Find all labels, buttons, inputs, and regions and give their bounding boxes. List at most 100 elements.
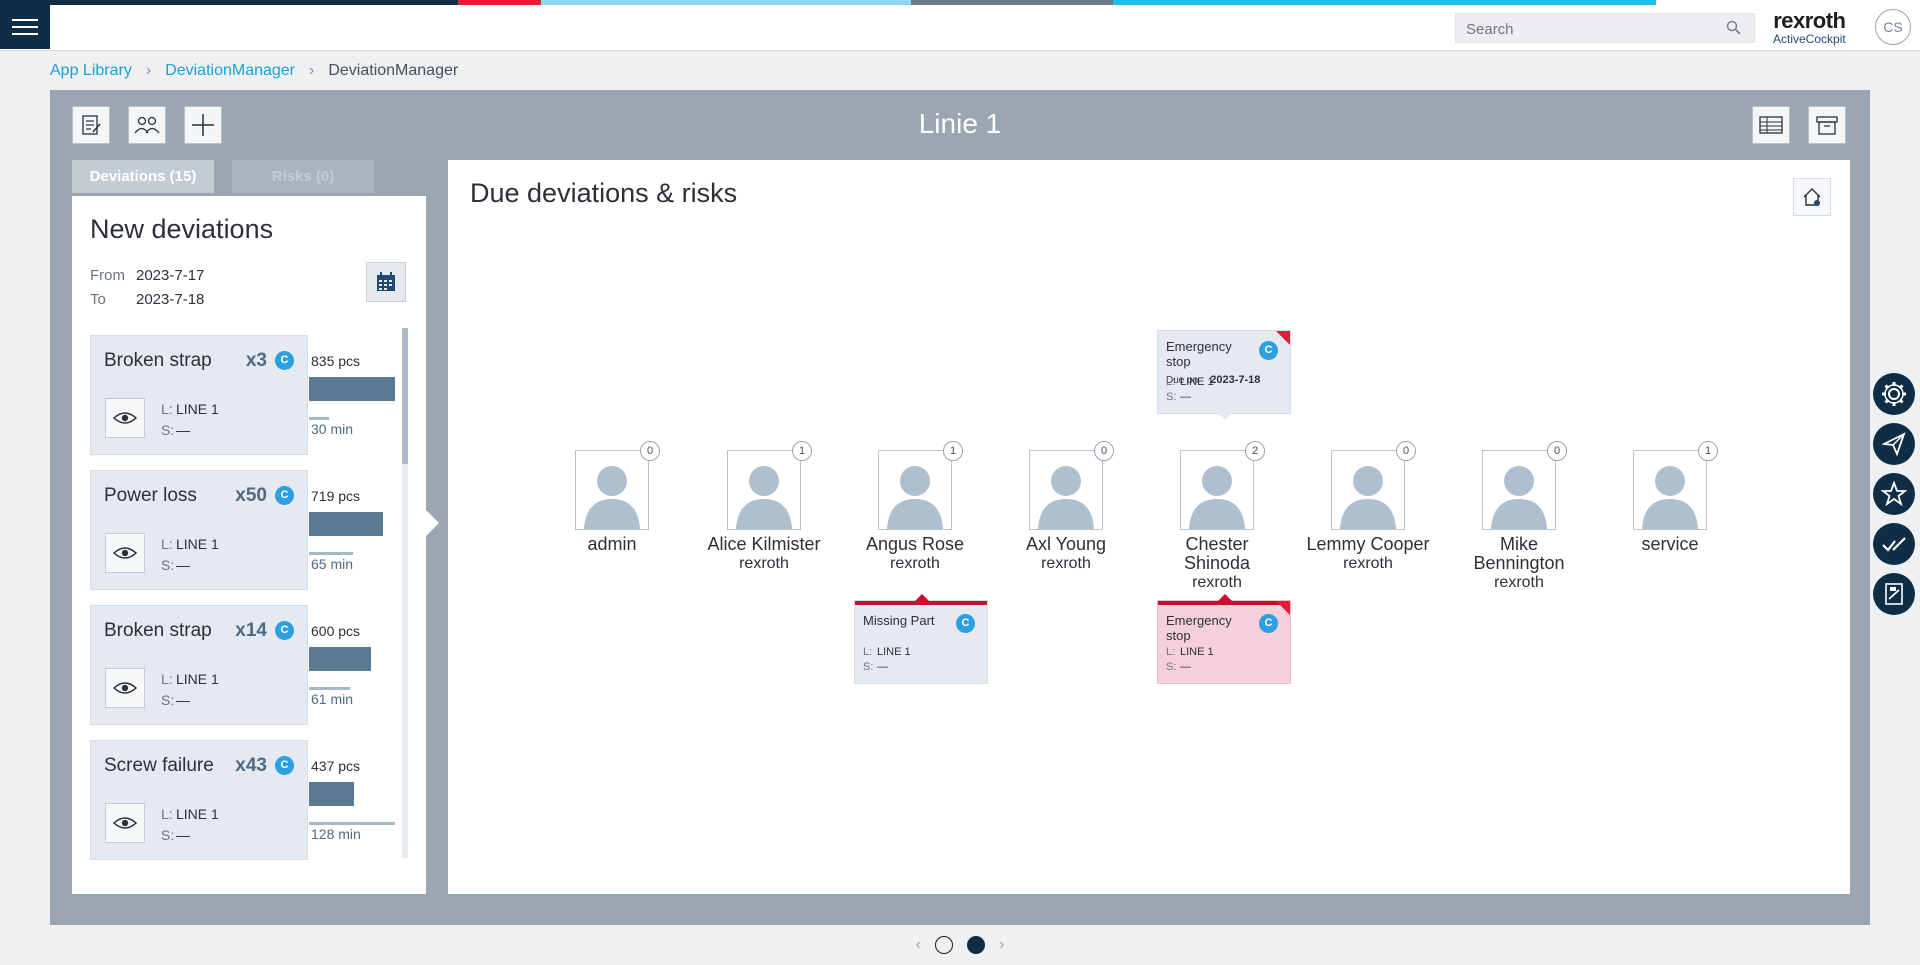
- deviation-card[interactable]: Broken strap x3 C L: LINE 1 S: —: [90, 335, 308, 455]
- person-org: rexroth: [890, 555, 940, 572]
- tile-pointer: [915, 594, 929, 601]
- person-alice-kilmister[interactable]: 1 Alice Kilmister rexroth: [684, 441, 844, 573]
- table-view-button[interactable]: [1752, 106, 1790, 144]
- chevron-right-icon: ›: [309, 62, 315, 79]
- deviation-metrics: 719 pcs 65 min: [309, 470, 404, 590]
- station-label: S:: [161, 557, 175, 573]
- page-dot-2[interactable]: [967, 936, 985, 954]
- minutes-bar: [309, 417, 329, 420]
- search-icon[interactable]: [1726, 20, 1742, 36]
- deviation-card[interactable]: Screw failure x43 C L: LINE 1 S: —: [90, 740, 308, 860]
- home-icon: [1803, 188, 1821, 206]
- new-deviations-panel: New deviations From 2023-7-17 To 2023-7-18…: [72, 196, 426, 894]
- line-value: LINE 1: [176, 536, 219, 552]
- category-badge: C: [275, 621, 294, 640]
- eye-icon: [113, 412, 137, 424]
- avatar: 0: [575, 441, 660, 530]
- person-chester-shinoda[interactable]: 2 Chester Shinoda rexroth: [1137, 441, 1297, 592]
- tile-pointer: [1218, 413, 1232, 420]
- page-dot-1[interactable]: [935, 936, 953, 954]
- star-icon: [1881, 481, 1907, 507]
- add-button[interactable]: [184, 106, 222, 144]
- home-button[interactable]: [1793, 178, 1831, 216]
- breadcrumb-deviation-manager[interactable]: DeviationManager: [165, 62, 295, 80]
- view-button[interactable]: [105, 398, 145, 438]
- person-admin[interactable]: 0 admin: [532, 441, 692, 554]
- line-label: L:: [161, 536, 173, 552]
- page-title: Linie 1: [918, 108, 1002, 139]
- station-label: S:: [161, 422, 175, 438]
- search-input[interactable]: [1456, 14, 1718, 44]
- category-badge: C: [956, 614, 975, 633]
- person-angus-rose[interactable]: 1 Angus Rose rexroth: [835, 441, 995, 573]
- deviation-title: Screw failure: [104, 755, 214, 776]
- person-mike-bennington[interactable]: 0 Mike Bennington rexroth: [1439, 441, 1599, 592]
- due-date: 2023-7-18: [1210, 374, 1261, 386]
- team-button[interactable]: [128, 106, 166, 144]
- panel-pointer: [426, 510, 439, 536]
- user-avatar-button[interactable]: CS: [1875, 9, 1911, 45]
- person-lemmy-cooper[interactable]: 0 Lemmy Cooper rexroth: [1288, 441, 1448, 573]
- table-icon: [1759, 116, 1783, 134]
- settings-button[interactable]: [1873, 373, 1915, 415]
- hamburger-menu-button[interactable]: [0, 5, 50, 49]
- breadcrumb: App Library › DeviationManager › Deviati…: [50, 62, 458, 80]
- paper-plane-icon: [1882, 432, 1906, 456]
- favorite-button[interactable]: [1873, 473, 1915, 515]
- line-label: L:: [1166, 646, 1176, 658]
- send-button[interactable]: [1873, 423, 1915, 465]
- deviation-title: Broken strap: [104, 620, 212, 641]
- station-value: —: [176, 557, 190, 573]
- due-deviation-tile[interactable]: Emergency stop C L: LINE 1 S: —: [1157, 594, 1291, 684]
- minutes-value: 65 min: [311, 556, 354, 572]
- chevron-left-icon[interactable]: ‹: [916, 936, 921, 954]
- person-org: rexroth: [1494, 574, 1544, 591]
- sign-document-button[interactable]: [1873, 573, 1915, 615]
- deviation-title: Broken strap: [104, 350, 212, 371]
- person-service[interactable]: 1 service: [1590, 441, 1750, 554]
- priority-flag: [1276, 601, 1290, 615]
- person-axl-young[interactable]: 0 Axl Young rexroth: [986, 441, 1146, 573]
- station-label: S:: [161, 692, 175, 708]
- pieces-value: 437 pcs: [311, 758, 361, 774]
- view-button[interactable]: [105, 668, 145, 708]
- station-value: —: [1180, 661, 1191, 673]
- tab-deviations[interactable]: Deviations (15): [72, 160, 214, 193]
- deviation-card[interactable]: Power loss x50 C L: LINE 1 S: —: [90, 470, 308, 590]
- calendar-button[interactable]: [366, 262, 406, 302]
- station-label: S:: [1166, 391, 1177, 403]
- chevron-right-icon[interactable]: ›: [999, 936, 1004, 954]
- minutes-bar: [309, 552, 353, 555]
- person-org: rexroth: [1192, 574, 1242, 591]
- archive-button[interactable]: [1808, 106, 1846, 144]
- deviation-count-badge: 1: [943, 441, 963, 461]
- tab-risks[interactable]: Risks (0): [232, 160, 374, 193]
- date-range: From 2023-7-17 To 2023-7-18: [90, 264, 204, 312]
- due-deviation-tile[interactable]: Missing Part C L: LINE 1 S: —: [854, 594, 988, 684]
- person-org: rexroth: [1343, 555, 1393, 572]
- report-button[interactable]: [72, 106, 110, 144]
- search-box[interactable]: [1455, 13, 1755, 44]
- deviation-count-badge: 0: [1094, 441, 1114, 461]
- panel-heading: New deviations: [90, 214, 274, 244]
- view-button[interactable]: [105, 533, 145, 573]
- user-silhouette-icon: [1340, 466, 1396, 529]
- due-deviations-panel: Due deviations & risks 0 admin 1 Alice K…: [448, 160, 1850, 894]
- checkmark-arrow-icon: [1882, 537, 1906, 552]
- user-silhouette-icon: [1038, 466, 1094, 529]
- deviation-metrics: 437 pcs 128 min: [309, 740, 404, 860]
- line-value: LINE 1: [877, 646, 911, 658]
- from-date: 2023-7-17: [136, 267, 205, 284]
- line-value: LINE 1: [176, 671, 219, 687]
- breadcrumb-app-library[interactable]: App Library: [50, 62, 132, 80]
- deviation-card[interactable]: Broken strap x14 C L: LINE 1 S: —: [90, 605, 308, 725]
- plus-icon: [192, 114, 214, 136]
- due-deviation-tile[interactable]: Emergency stop C Due on 2023-7-18 L: LINE …: [1157, 330, 1291, 420]
- view-button[interactable]: [105, 803, 145, 843]
- quick-check-button[interactable]: [1873, 523, 1915, 565]
- pieces-value: 835 pcs: [311, 353, 361, 369]
- archive-icon: [1816, 116, 1838, 135]
- deviation-title: Power loss: [104, 485, 197, 506]
- panel-heading: Due deviations & risks: [470, 178, 738, 208]
- tile-pointer: [1218, 594, 1232, 601]
